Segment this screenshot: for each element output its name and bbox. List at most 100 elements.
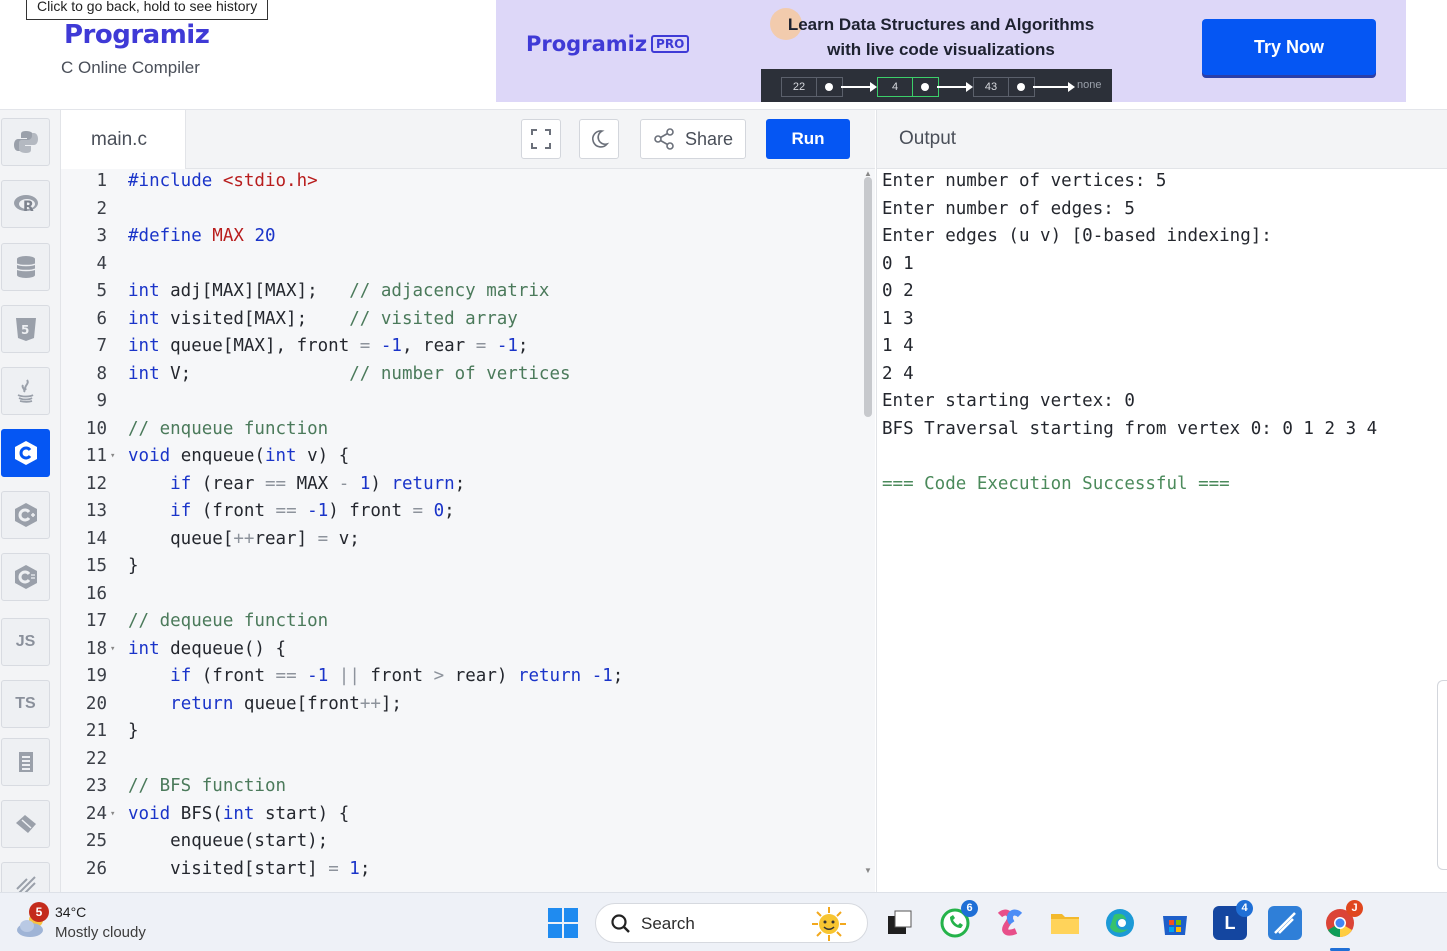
code-line[interactable]: 6 int visited[MAX]; // visited array	[61, 306, 861, 333]
code-line[interactable]: 25 enqueue(start);	[61, 828, 861, 855]
code-line[interactable]: 24 ▾ void BFS(int start) {	[61, 801, 861, 828]
weather-temperature[interactable]: 34°C	[55, 904, 86, 920]
cpp-icon[interactable]	[1, 491, 50, 539]
code-token: (front	[191, 501, 276, 521]
share-button[interactable]: Share	[640, 119, 746, 159]
drawing-app-icon[interactable]	[1268, 906, 1302, 940]
file-explorer-icon[interactable]	[1048, 906, 1082, 940]
code-token: int	[128, 638, 160, 659]
code-text: queue[++rear] = v;	[128, 526, 360, 553]
list-arrow	[937, 82, 973, 92]
code-line[interactable]: 20 return queue[front++];	[61, 691, 861, 718]
code-line[interactable]: 4	[61, 251, 861, 278]
file-tab-main[interactable]: main.c	[61, 110, 186, 169]
app-l-icon[interactable]: L 4	[1213, 900, 1253, 940]
code-token: enqueue(start);	[128, 831, 329, 851]
task-view-icon[interactable]	[883, 906, 917, 940]
code-token: ;	[359, 858, 371, 879]
output-line: Enter starting vertex: 0	[882, 391, 1135, 411]
ad-banner[interactable]: Programiz PRO Learn Data Structures and A…	[496, 0, 1406, 102]
java-icon[interactable]	[1, 367, 50, 415]
code-token: 1	[349, 858, 360, 879]
html-icon[interactable]: 5	[1, 305, 50, 353]
output-line: 0 2	[882, 281, 914, 301]
code-line[interactable]: 14 queue[++rear] = v;	[61, 526, 861, 553]
line-number: 25	[85, 831, 107, 851]
store-icon[interactable]	[1158, 906, 1192, 940]
list-node: 43	[973, 77, 1035, 97]
line-number: 9	[96, 391, 107, 411]
side-panel-handle[interactable]	[1437, 680, 1447, 870]
code-line[interactable]: 22	[61, 746, 861, 773]
swift-icon[interactable]	[1, 862, 50, 892]
python-icon[interactable]	[1, 118, 50, 166]
chrome-icon[interactable]: J	[1323, 900, 1363, 940]
code-line[interactable]: 5 int adj[MAX][MAX]; // adjacency matrix	[61, 278, 861, 305]
search-label: Search	[641, 914, 695, 933]
code-line[interactable]: 2	[61, 196, 861, 223]
output-line: Enter number of vertices: 5	[882, 171, 1167, 191]
code-line[interactable]: 11 ▾ void enqueue(int v) {	[61, 443, 861, 470]
code-line[interactable]: 16	[61, 581, 861, 608]
code-token: front	[359, 666, 434, 686]
code-text: visited[start] = 1;	[128, 856, 370, 883]
code-line[interactable]: 12 if (rear == MAX - 1) return;	[61, 471, 861, 498]
line-number: 17	[85, 611, 107, 631]
csharp-icon[interactable]	[1, 553, 50, 601]
fold-arrow-icon[interactable]: ▾	[110, 801, 115, 828]
js-label: JS	[15, 633, 36, 650]
sql-icon[interactable]	[1, 243, 50, 291]
fullscreen-button[interactable]	[521, 119, 561, 159]
code-token: ) front	[328, 501, 413, 521]
code-line[interactable]: 8 int V; // number of vertices	[61, 361, 861, 388]
code-token: , rear	[401, 336, 476, 356]
output-console[interactable]: Enter number of vertices: 5 Enter number …	[876, 169, 1447, 892]
go-icon[interactable]	[1, 738, 50, 786]
code-token: -1	[307, 501, 329, 521]
editor-toolbar: main.c Share Run	[61, 110, 875, 169]
code-token: V;	[159, 363, 350, 384]
code-line[interactable]: 1 #include <stdio.h>	[61, 169, 861, 195]
page-subtitle: C Online Compiler	[61, 58, 200, 77]
fold-arrow-icon[interactable]: ▾	[110, 443, 115, 470]
code-line[interactable]: 21}	[61, 718, 861, 745]
code-line[interactable]: 15}	[61, 553, 861, 580]
code-line[interactable]: 26 visited[start] = 1;	[61, 856, 861, 883]
code-line[interactable]: 17 // dequeue function	[61, 608, 861, 635]
weather-badge: 5	[29, 902, 49, 922]
code-line[interactable]: 7 int queue[MAX], front = -1, rear = -1;	[61, 333, 861, 360]
fold-arrow-icon[interactable]: ▾	[110, 636, 115, 663]
code-line[interactable]: 9	[61, 388, 861, 415]
weather-condition[interactable]: Mostly cloudy	[55, 924, 146, 941]
line-number: 19	[85, 666, 107, 686]
code-editor[interactable]: ▲ ▼ 1 #include <stdio.h> 2 3 #define MAX 20 4…	[61, 169, 875, 892]
theme-toggle-button[interactable]	[579, 119, 619, 159]
edge-icon[interactable]	[1103, 906, 1137, 940]
code-line[interactable]: 10 // enqueue function	[61, 416, 861, 443]
js-icon[interactable]: JS	[1, 618, 50, 666]
php-icon[interactable]	[1, 800, 50, 848]
taskbar-search[interactable]: Search	[595, 903, 868, 943]
line-number: 8	[96, 363, 107, 384]
code-line[interactable]: 3 #define MAX 20	[61, 223, 861, 250]
windows-start-icon[interactable]	[548, 908, 578, 938]
try-now-button[interactable]: Try Now	[1202, 19, 1376, 75]
svg-text:5: 5	[21, 323, 29, 337]
scroll-down-arrow[interactable]: ▼	[864, 866, 872, 875]
code-line[interactable]: 19 if (front == -1 || front > rear) retu…	[61, 663, 861, 690]
line-number: 16	[85, 583, 107, 604]
code-token: int	[128, 308, 160, 329]
whatsapp-icon[interactable]: 6	[938, 900, 978, 940]
r-icon[interactable]: R	[1, 180, 50, 228]
code-line[interactable]: 13 if (front == -1) front = 0;	[61, 498, 861, 525]
line-number: 14	[85, 528, 107, 549]
code-line[interactable]: 18 ▾ int dequeue() {	[61, 636, 861, 663]
run-button[interactable]: Run	[766, 119, 850, 159]
code-line[interactable]: 23 // BFS function	[61, 773, 861, 800]
copilot-icon[interactable]	[993, 906, 1027, 940]
editor-scrollbar[interactable]	[864, 177, 872, 417]
code-text: if (rear == MAX - 1) return;	[128, 471, 465, 498]
c-icon[interactable]	[1, 429, 50, 477]
programiz-logo[interactable]: Programiz	[64, 20, 210, 50]
ts-icon[interactable]: TS	[1, 680, 50, 728]
